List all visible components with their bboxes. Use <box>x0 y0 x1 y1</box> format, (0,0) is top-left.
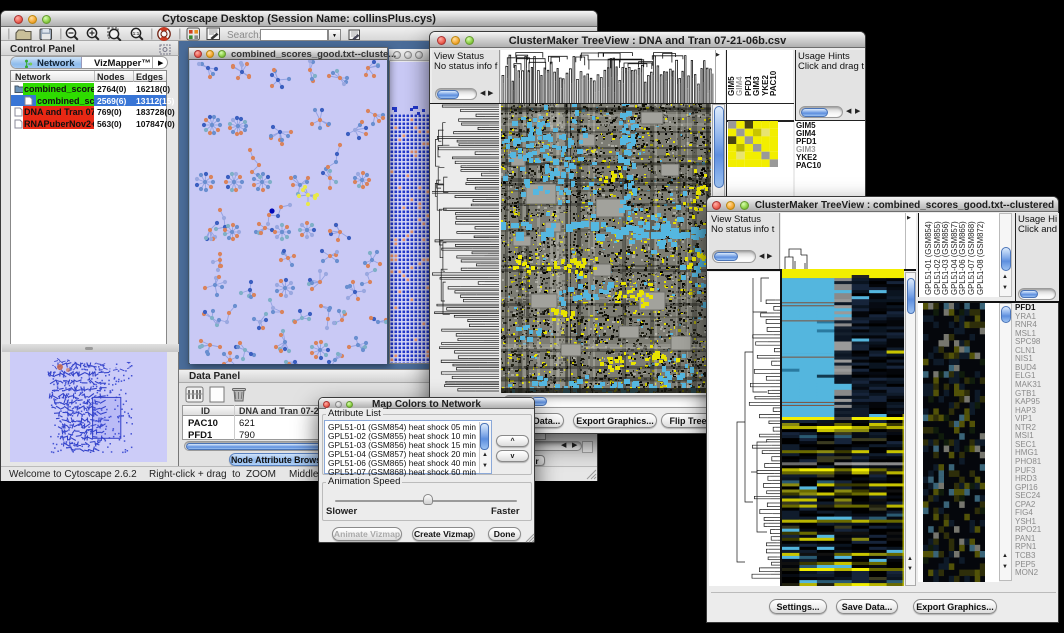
svg-text:1:1: 1:1 <box>133 31 140 36</box>
